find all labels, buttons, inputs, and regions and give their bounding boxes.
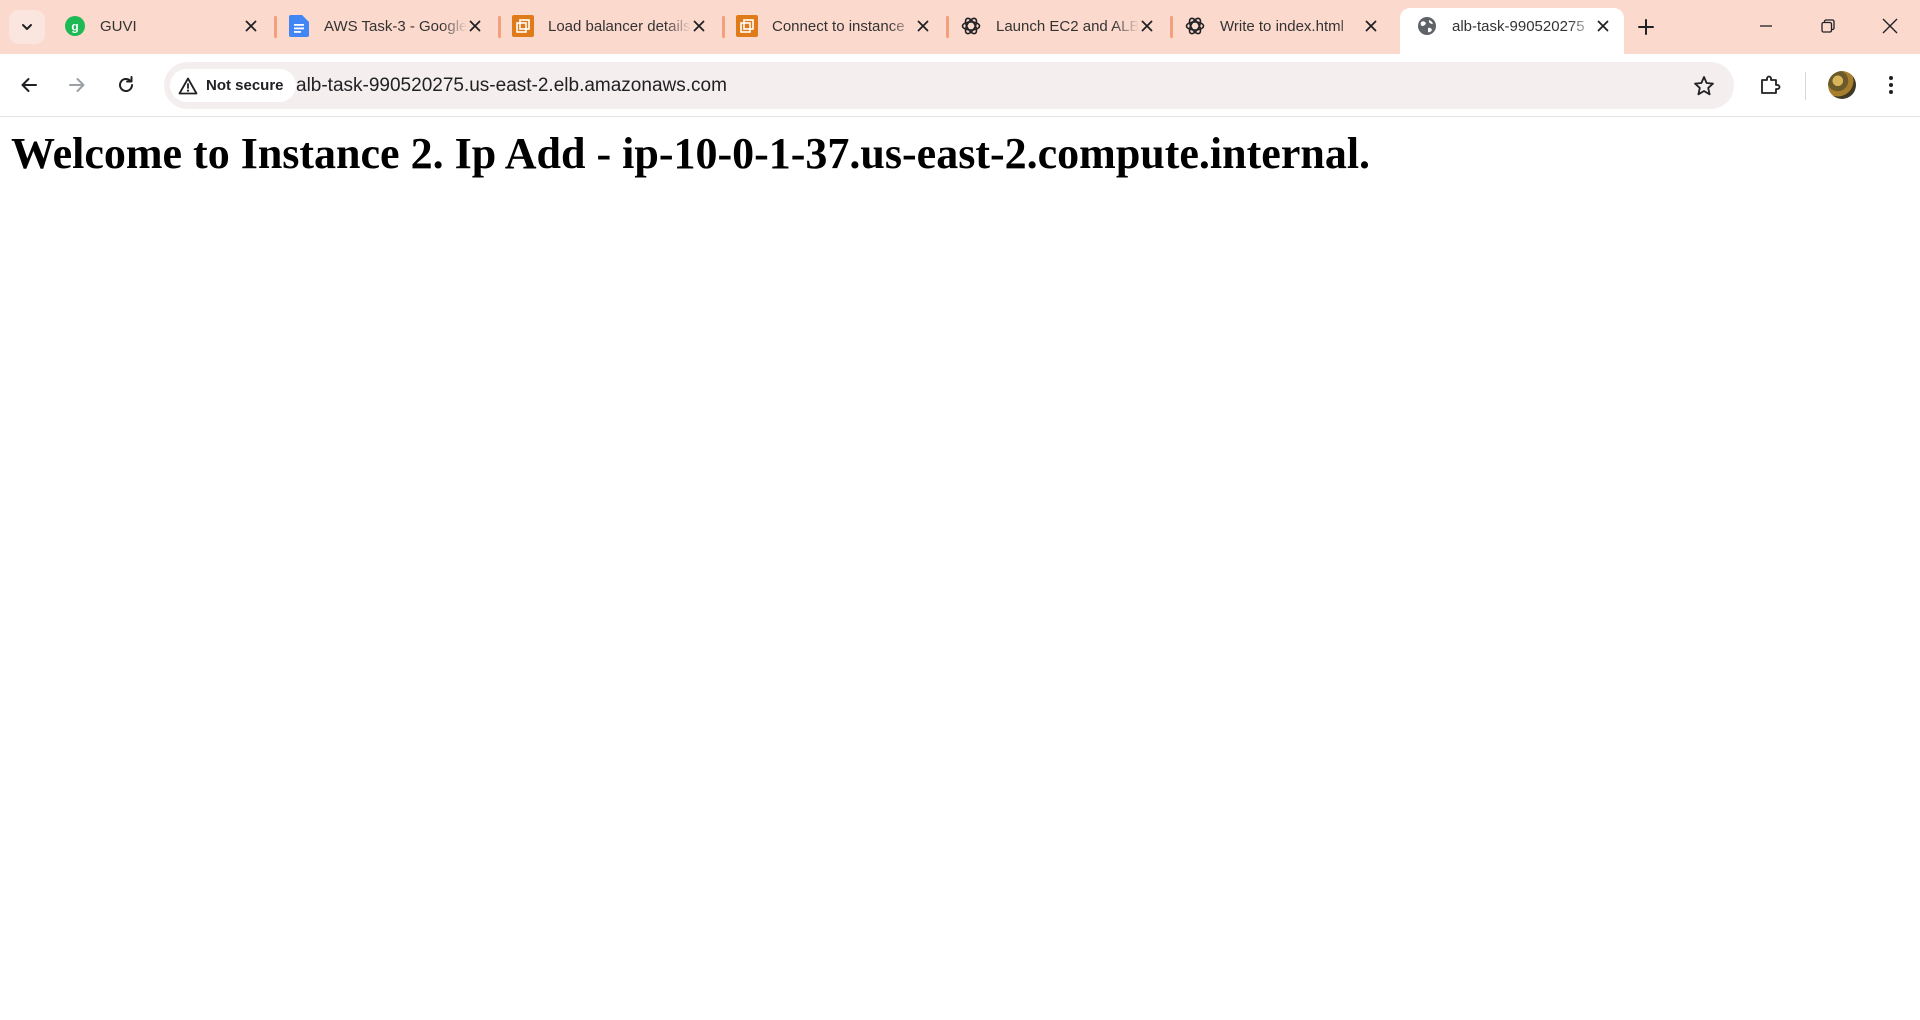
chatgpt-icon (960, 15, 982, 37)
tab-launch-ec2[interactable]: Launch EC2 and ALB (944, 8, 1168, 54)
star-icon (1694, 76, 1714, 96)
profile-avatar[interactable] (1828, 71, 1856, 99)
new-tab-button[interactable] (1631, 12, 1661, 42)
tab-title: alb-task-990520275 (1452, 17, 1585, 35)
tab-alb-task[interactable]: alb-task-990520275 (1400, 8, 1624, 54)
forward-button[interactable] (60, 68, 94, 102)
close-icon[interactable] (243, 17, 260, 35)
extensions-button[interactable] (1753, 68, 1787, 102)
close-icon[interactable] (1595, 17, 1612, 35)
restore-button[interactable] (1808, 6, 1848, 46)
tab-connect-instance[interactable]: Connect to instance (720, 8, 944, 54)
reload-icon (119, 76, 133, 92)
tab-write-index[interactable]: Write to index.html (1168, 8, 1392, 54)
back-button[interactable] (12, 68, 46, 102)
tab-title: Write to index.html (1220, 17, 1344, 35)
minimize-button[interactable] (1746, 6, 1786, 46)
google-docs-icon (288, 15, 310, 37)
svg-text:g: g (71, 20, 78, 34)
close-icon[interactable] (1139, 17, 1156, 35)
menu-button[interactable] (1874, 68, 1908, 102)
tab-title: Load balancer details (548, 17, 691, 35)
warning-icon (178, 77, 198, 94)
aws-ec2-icon (736, 15, 758, 37)
tab-search-button[interactable] (9, 10, 45, 44)
security-label: Not secure (206, 77, 284, 94)
tab-load-balancer[interactable]: Load balancer details (496, 8, 720, 54)
restore-icon (1821, 19, 1835, 33)
toolbar-divider (1805, 72, 1806, 100)
tab-title: AWS Task-3 - Google Docs (324, 17, 467, 35)
chatgpt-icon (1184, 15, 1206, 37)
address-bar[interactable]: Not secure alb-task-990520275.us-east-2.… (164, 62, 1734, 109)
bookmark-button[interactable] (1690, 72, 1718, 100)
aws-ec2-icon (512, 15, 534, 37)
close-icon[interactable] (915, 17, 932, 35)
tab-guvi[interactable]: g GUVI (48, 8, 272, 54)
minimize-icon (1760, 25, 1772, 27)
close-icon[interactable] (691, 17, 708, 35)
guvi-icon: g (64, 15, 86, 37)
close-icon (1882, 18, 1898, 34)
tab-google-docs[interactable]: AWS Task-3 - Google Docs (272, 8, 496, 54)
page-content: Welcome to Instance 2. Ip Add - ip-10-0-… (0, 118, 1920, 1020)
arrow-left-icon (21, 78, 37, 92)
arrow-right-icon (69, 78, 85, 92)
more-vert-icon (1889, 76, 1893, 94)
close-window-button[interactable] (1870, 6, 1910, 46)
url-text[interactable]: alb-task-990520275.us-east-2.elb.amazona… (296, 62, 727, 109)
tab-title: Connect to instance (772, 17, 905, 35)
tab-title: GUVI (100, 17, 137, 35)
page-heading: Welcome to Instance 2. Ip Add - ip-10-0-… (11, 129, 1371, 178)
plus-icon (1638, 19, 1654, 35)
globe-icon (1416, 15, 1438, 37)
puzzle-icon (1761, 75, 1781, 94)
chevron-down-icon (22, 24, 32, 30)
close-icon[interactable] (467, 17, 484, 35)
security-indicator[interactable]: Not secure (170, 69, 296, 102)
close-icon[interactable] (1363, 17, 1380, 35)
browser-toolbar: Not secure alb-task-990520275.us-east-2.… (0, 54, 1920, 117)
tab-title: Launch EC2 and ALB (996, 17, 1139, 35)
tab-strip: g GUVI AWS Task-3 - Google Docs Load bal… (0, 0, 1920, 54)
reload-button[interactable] (109, 68, 143, 102)
